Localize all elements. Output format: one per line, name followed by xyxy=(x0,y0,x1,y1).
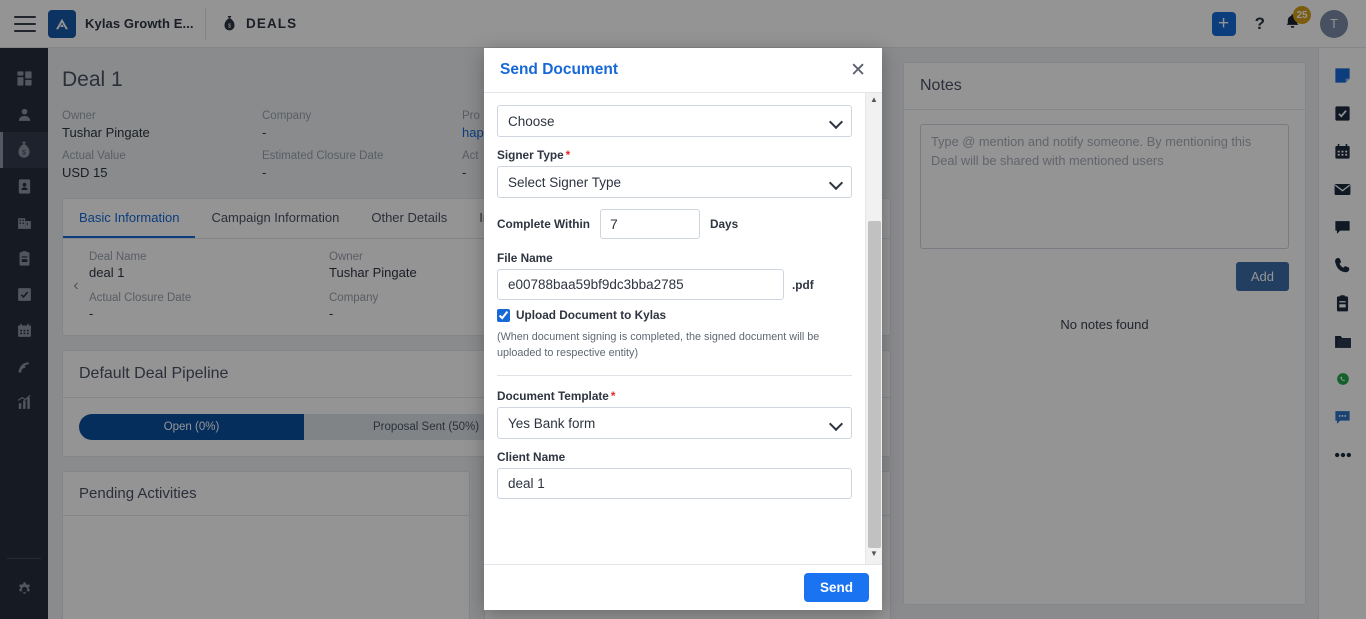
modal-footer: Send xyxy=(484,564,882,610)
modal-body: Choose Signer Type* Select Signer Type C… xyxy=(484,93,865,564)
client-name-label: Client Name xyxy=(497,450,852,464)
send-button[interactable]: Send xyxy=(804,573,869,602)
signer-type-select-wrapper: Select Signer Type xyxy=(497,166,852,198)
file-name-row: .pdf xyxy=(497,269,852,300)
document-template-select[interactable]: Yes Bank form xyxy=(497,407,852,439)
signer-type-label-text: Signer Type xyxy=(497,148,564,162)
file-name-input[interactable] xyxy=(497,269,784,300)
signer-type-select[interactable]: Select Signer Type xyxy=(497,166,852,198)
file-name-label: File Name xyxy=(497,251,852,265)
upload-to-kylas-row: Upload Document to Kylas xyxy=(497,308,852,322)
modal-header: Send Document ✕ xyxy=(484,48,882,93)
document-template-select-wrapper: Yes Bank form xyxy=(497,407,852,439)
file-extension-label: .pdf xyxy=(792,278,814,292)
document-template-label: Document Template* xyxy=(497,389,852,403)
required-asterisk: * xyxy=(566,148,571,162)
complete-within-label: Complete Within xyxy=(497,217,590,231)
provider-select-wrapper: Choose xyxy=(497,105,852,137)
scroll-down-arrow-icon[interactable]: ▼ xyxy=(870,547,878,561)
modal-scroll-region: Choose Signer Type* Select Signer Type C… xyxy=(484,93,882,564)
document-template-label-text: Document Template xyxy=(497,389,609,403)
provider-select[interactable]: Choose xyxy=(497,105,852,137)
upload-to-kylas-label: Upload Document to Kylas xyxy=(516,308,666,322)
signer-type-field: Signer Type* Select Signer Type xyxy=(497,148,852,198)
upload-to-kylas-checkbox[interactable] xyxy=(497,309,510,322)
client-name-field: Client Name xyxy=(497,450,852,499)
complete-within-input[interactable] xyxy=(600,209,700,239)
scrollbar-thumb[interactable] xyxy=(868,221,881,548)
signer-type-label: Signer Type* xyxy=(497,148,852,162)
send-document-modal: Send Document ✕ Choose Signer Type* Sele… xyxy=(484,48,882,610)
app-root: Kylas Growth E... $ DEALS ? 2 xyxy=(0,0,1366,619)
client-name-input[interactable] xyxy=(497,468,852,499)
close-icon[interactable]: ✕ xyxy=(850,61,866,80)
document-template-field: Document Template* Yes Bank form xyxy=(497,389,852,439)
modal-divider xyxy=(497,375,852,376)
complete-within-unit: Days xyxy=(710,217,738,231)
file-name-field: File Name .pdf Upload Document to Kylas … xyxy=(497,251,852,361)
upload-hint-text: (When document signing is completed, the… xyxy=(497,330,852,361)
scroll-up-arrow-icon[interactable]: ▲ xyxy=(870,93,878,107)
required-asterisk: * xyxy=(611,389,616,403)
modal-scrollbar[interactable]: ▲ ▼ xyxy=(865,93,882,564)
complete-within-field: Complete Within Days xyxy=(497,209,852,239)
modal-title: Send Document xyxy=(500,61,618,79)
